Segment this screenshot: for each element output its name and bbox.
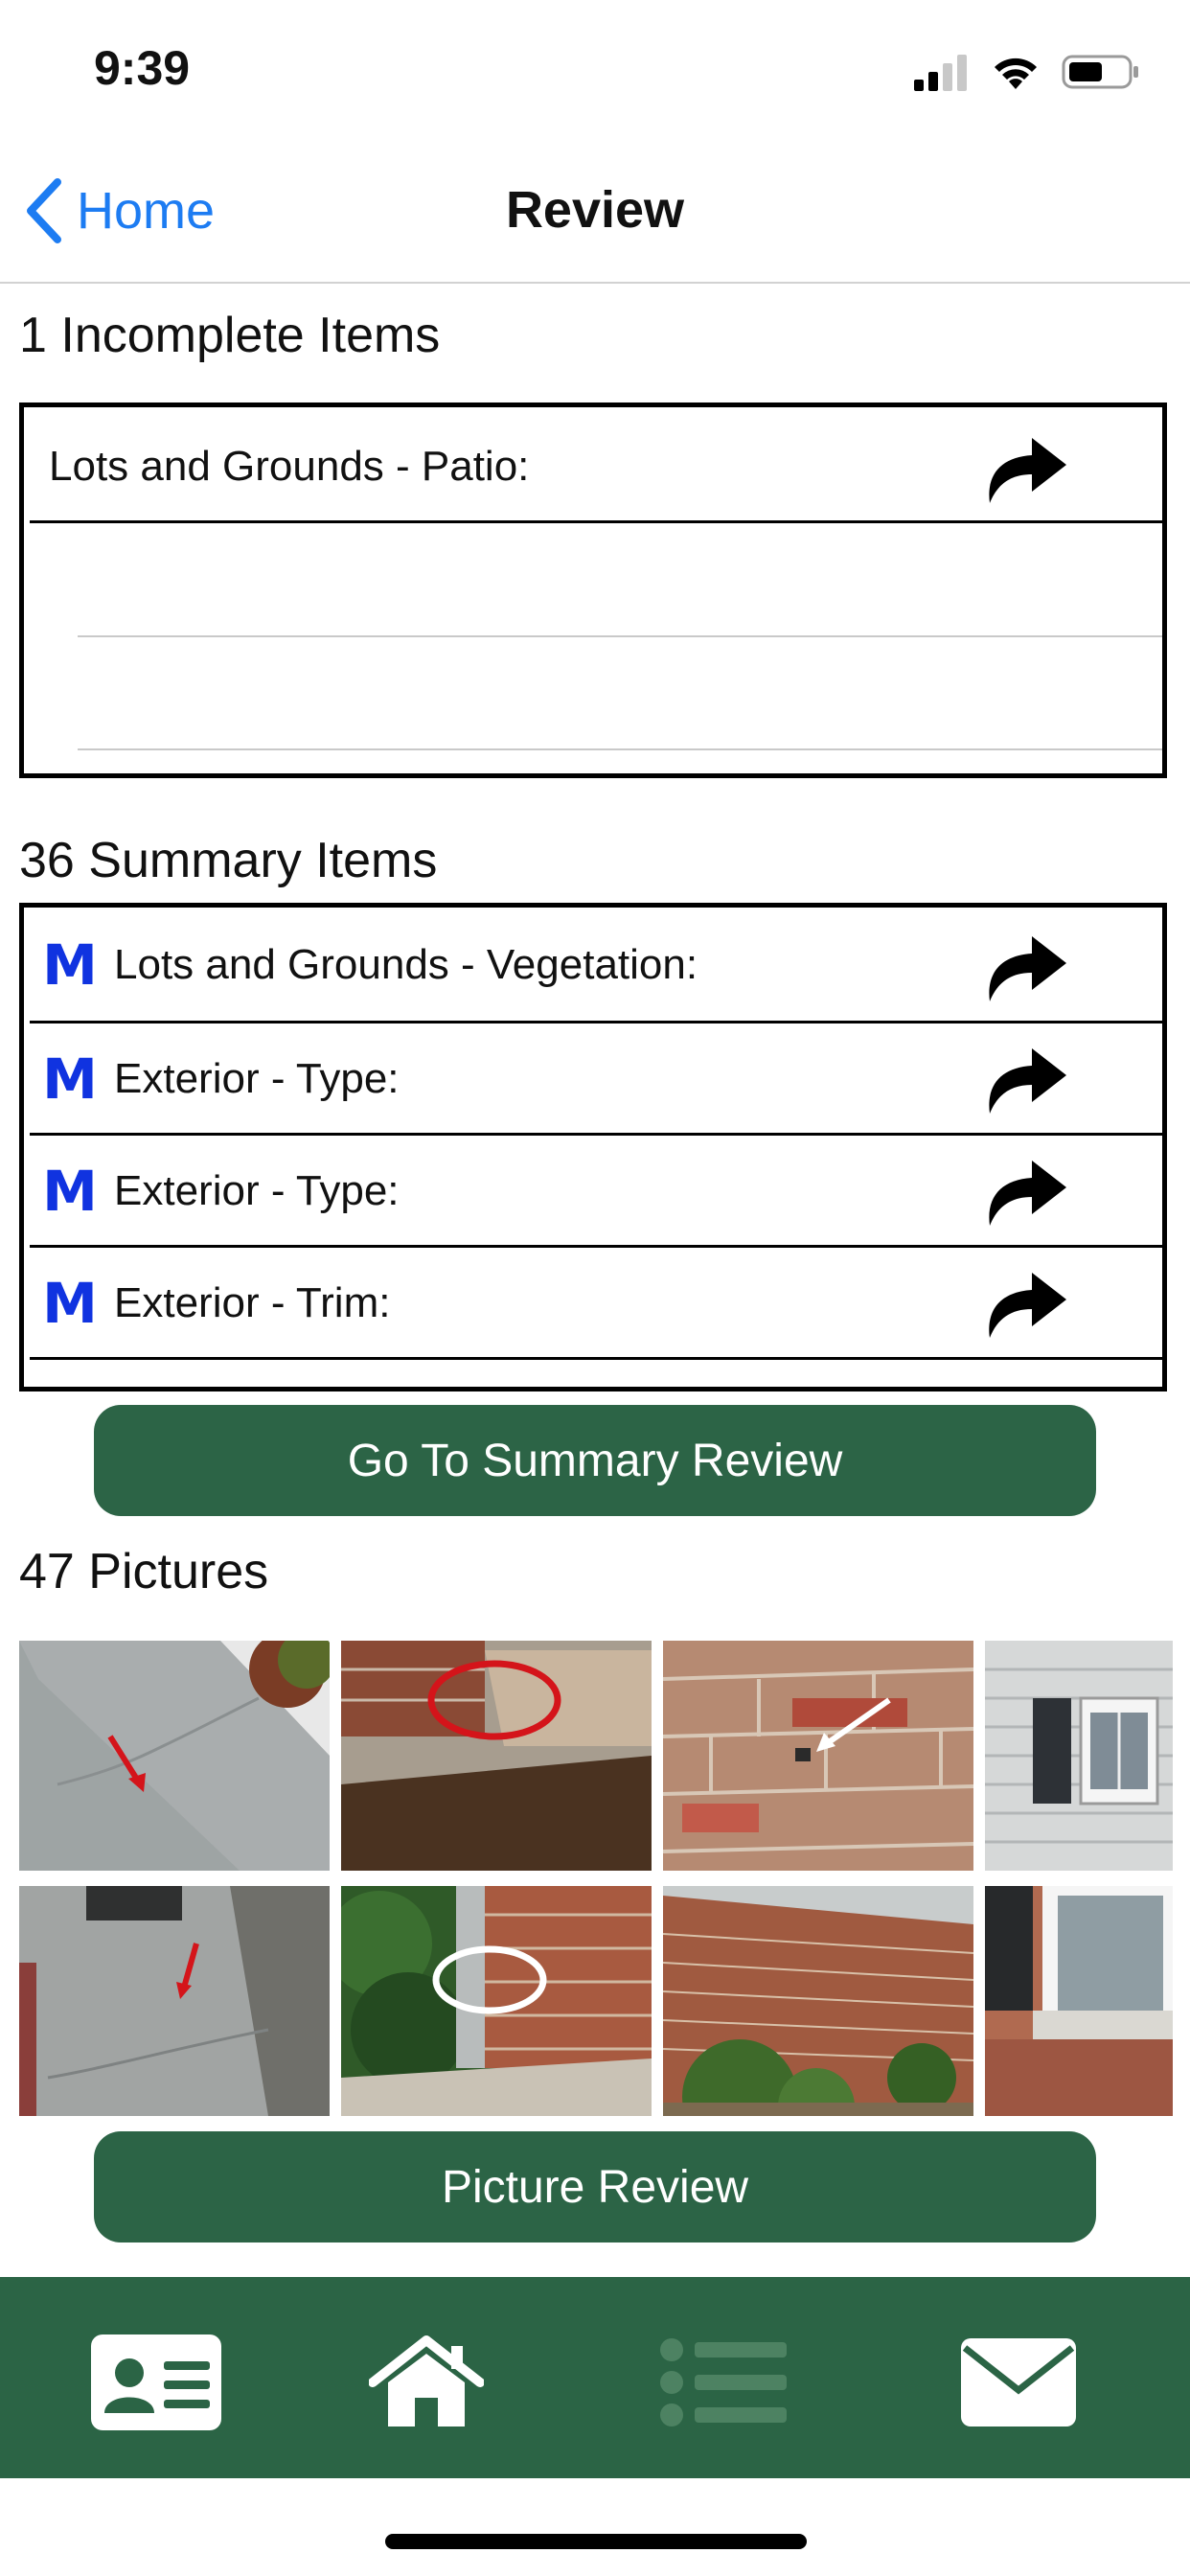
m-badge: M	[42, 932, 98, 998]
status-icons	[914, 50, 1140, 94]
list-icon	[660, 2338, 787, 2426]
m-badge: M	[42, 1271, 98, 1336]
divider	[78, 635, 1162, 637]
summary-items-heading: 36 Summary Items	[19, 833, 438, 888]
photo-thumbnail-window-shutter[interactable]	[985, 1886, 1173, 2116]
page-title: Review	[505, 181, 685, 239]
photo-thumbnail-house-window[interactable]	[985, 1641, 1173, 1871]
m-badge: M	[42, 1046, 98, 1112]
forward-arrow-icon[interactable]	[982, 1151, 1070, 1228]
tab-home[interactable]	[335, 2325, 517, 2440]
summary-item-row[interactable]: M Lots and Grounds - Vegetation:	[24, 908, 1162, 1023]
incomplete-items-list: Lots and Grounds - Patio:	[19, 402, 1167, 778]
incomplete-item-label: Lots and Grounds - Patio:	[49, 443, 530, 490]
incomplete-items-heading: 1 Incomplete Items	[19, 308, 441, 363]
picture-review-button[interactable]: Picture Review	[94, 2131, 1096, 2242]
home-icon	[369, 2335, 484, 2426]
photo-thumbnail-brick-corner[interactable]	[341, 1886, 652, 2116]
battery-icon	[1062, 55, 1138, 89]
summary-item-row[interactable]: M Exterior - Type:	[24, 1024, 1162, 1135]
forward-arrow-icon[interactable]	[982, 927, 1070, 1003]
divider	[30, 1357, 1162, 1360]
photo-thumbnail-step-corner[interactable]	[341, 1641, 652, 1871]
forward-arrow-icon[interactable]	[982, 1263, 1070, 1340]
status-time: 9:39	[94, 41, 191, 95]
summary-item-label: Exterior - Type:	[114, 1055, 400, 1102]
summary-items-list: M Lots and Grounds - Vegetation: M Exter…	[19, 903, 1167, 1392]
contact-card-icon	[91, 2334, 221, 2430]
divider	[30, 520, 1162, 523]
summary-item-row[interactable]: M Exterior - Type:	[24, 1136, 1162, 1247]
photo-thumbnail-brick-wall-plants[interactable]	[663, 1886, 973, 2116]
mail-icon	[961, 2338, 1076, 2426]
summary-item-label: Exterior - Type:	[114, 1167, 400, 1214]
summary-item-label: Lots and Grounds - Vegetation:	[114, 941, 698, 988]
m-badge: M	[42, 1159, 98, 1224]
incomplete-item-row[interactable]: Lots and Grounds - Patio:	[24, 407, 1162, 526]
wifi-icon	[995, 58, 1037, 89]
go-to-summary-review-button[interactable]: Go To Summary Review	[94, 1405, 1096, 1516]
forward-arrow-icon[interactable]	[982, 1039, 1070, 1116]
picture-grid	[19, 1641, 1190, 2118]
tab-list[interactable]	[632, 2325, 814, 2440]
photo-thumbnail-sidewalk-crack[interactable]	[19, 1641, 330, 1871]
home-indicator[interactable]	[385, 2534, 807, 2549]
photo-thumbnail-brick-hole[interactable]	[663, 1641, 973, 1871]
tab-mail[interactable]	[927, 2325, 1110, 2440]
summary-item-row[interactable]: M Exterior - Trim:	[24, 1248, 1162, 1359]
divider	[78, 748, 1162, 750]
summary-item-label: Exterior - Trim:	[114, 1279, 391, 1326]
tab-contact[interactable]	[65, 2325, 247, 2440]
pictures-heading: 47 Pictures	[19, 1544, 269, 1599]
forward-arrow-icon[interactable]	[982, 428, 1070, 505]
cellular-signal-icon	[914, 55, 967, 91]
photo-thumbnail-walkway-crack[interactable]	[19, 1886, 330, 2116]
